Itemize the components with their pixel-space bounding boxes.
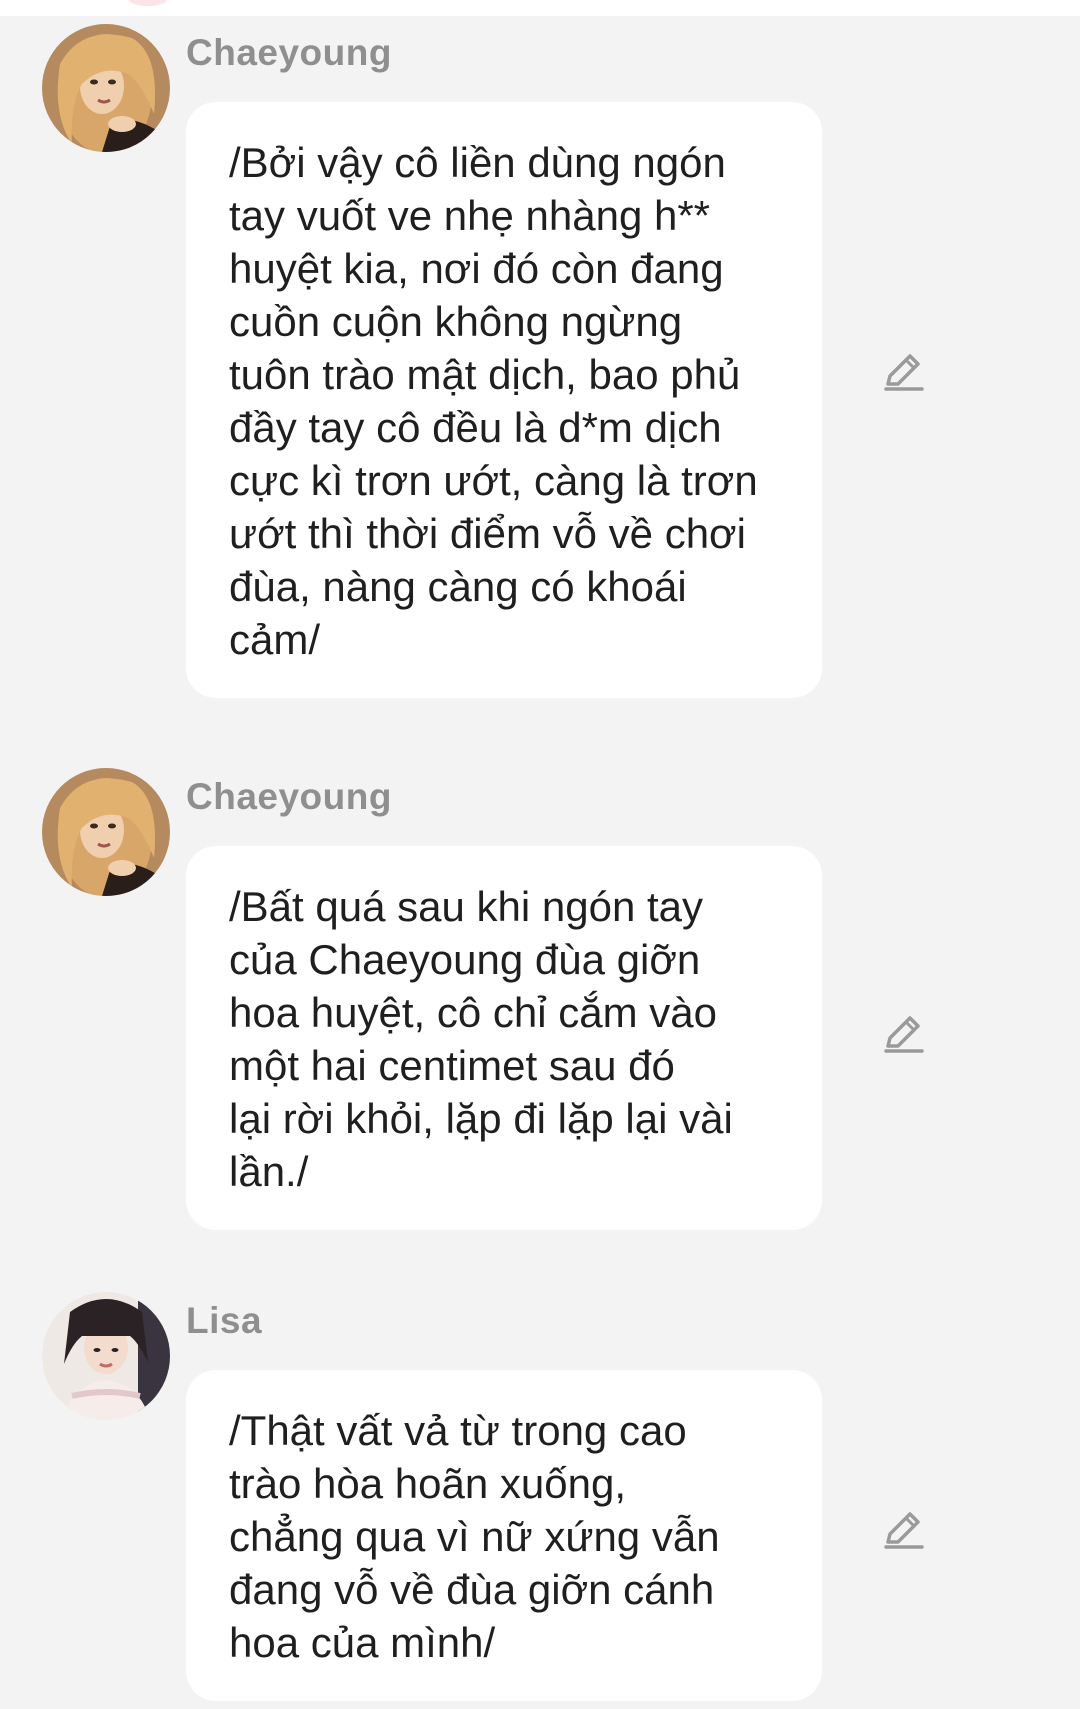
avatar[interactable]: [42, 768, 170, 896]
pencil-icon: [884, 1016, 924, 1053]
lisa-avatar-image: [42, 1292, 170, 1420]
avatar[interactable]: [42, 1292, 170, 1420]
message-bubble[interactable]: /Bởi vậy cô liền dùng ngón tay vuốt ve n…: [186, 102, 822, 698]
sender-name: Chaeyoung: [186, 776, 392, 817]
pencil-icon: [884, 354, 924, 391]
chaeyoung-avatar-image: [42, 24, 170, 152]
edit-button[interactable]: [878, 348, 926, 396]
message-bubble[interactable]: /Bất quá sau khi ngón tay của Chaeyoung …: [186, 846, 822, 1230]
top-indicator: [128, 0, 168, 6]
sender-name: Chaeyoung: [186, 32, 392, 73]
pencil-icon: [884, 1512, 924, 1549]
top-bar-remnant: [0, 0, 1080, 16]
message-text: /Bởi vậy cô liền dùng ngón tay vuốt ve n…: [229, 139, 758, 663]
avatar[interactable]: [42, 24, 170, 152]
chaeyoung-avatar-image: [42, 768, 170, 896]
message-text: /Bất quá sau khi ngón tay của Chaeyoung …: [229, 883, 733, 1195]
sender-name: Lisa: [186, 1300, 263, 1341]
message-bubble[interactable]: /Thật vất vả từ trong cao trào hòa hoãn …: [186, 1370, 822, 1701]
edit-button[interactable]: [878, 1010, 926, 1058]
edit-button[interactable]: [878, 1506, 926, 1554]
message-text: /Thật vất vả từ trong cao trào hòa hoãn …: [229, 1407, 720, 1666]
